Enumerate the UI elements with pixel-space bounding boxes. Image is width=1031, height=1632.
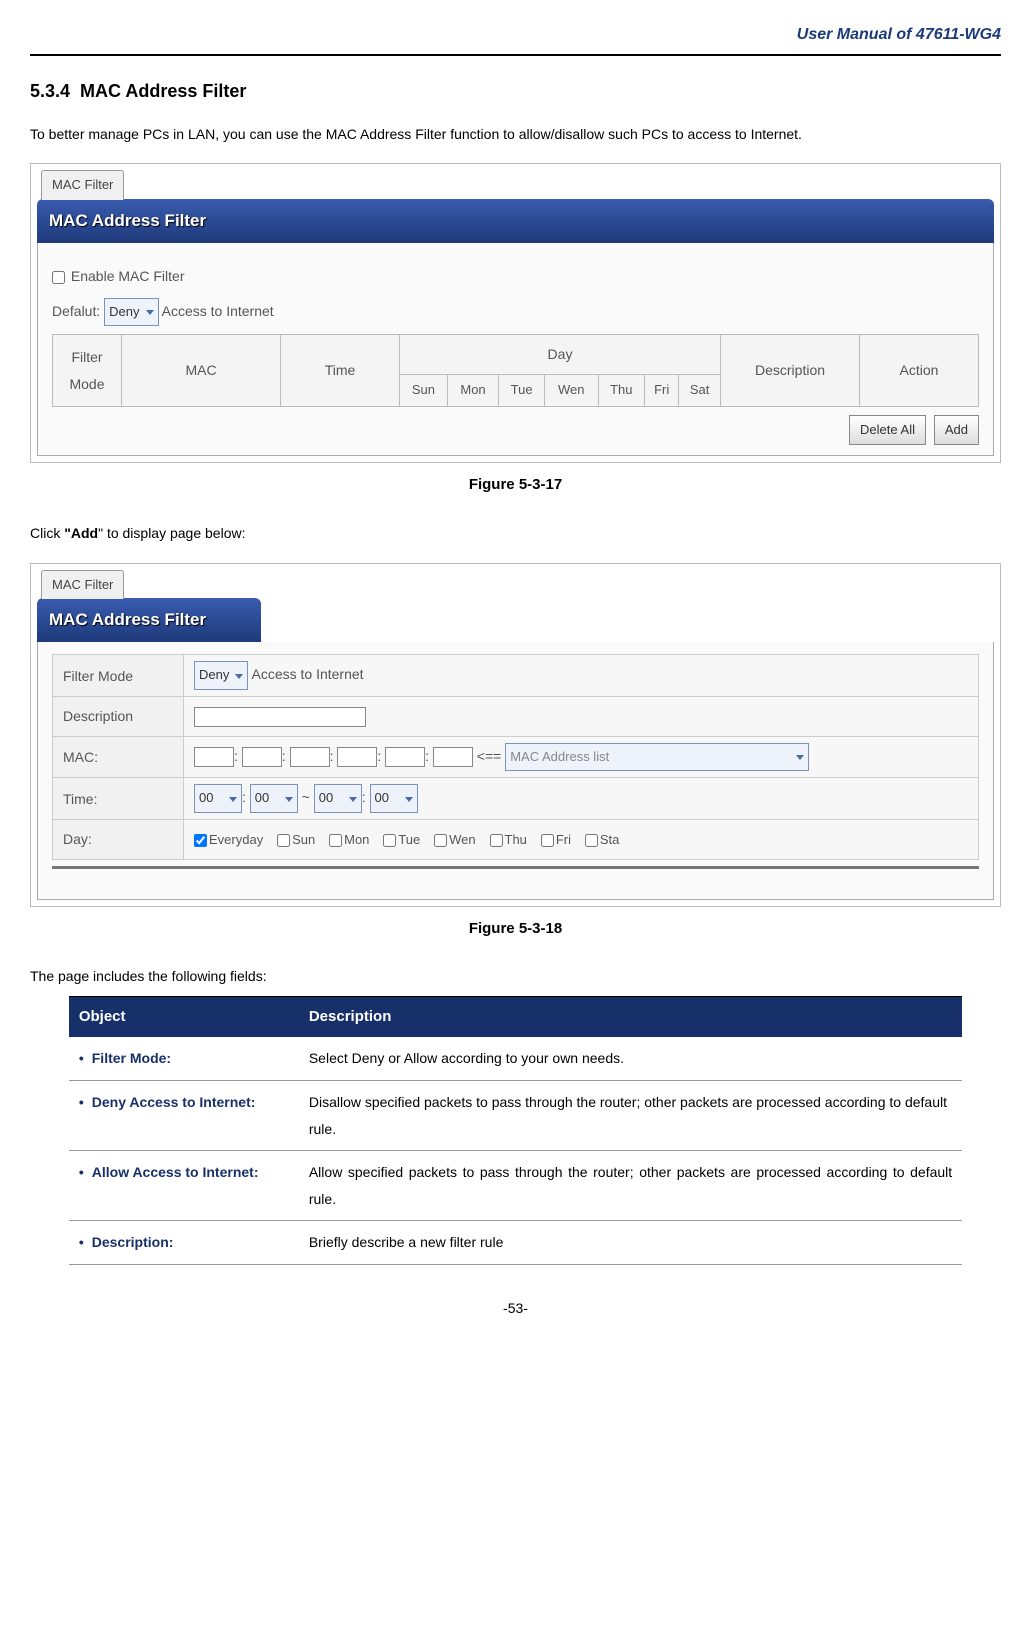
mac-input-4[interactable] [337,747,377,767]
screenshot-1: MAC Filter MAC Address Filter Enable MAC… [30,163,1001,463]
description-label: Description [53,697,184,737]
section-heading: 5.3.4 MAC Address Filter [30,74,1001,108]
cb-fri-label: Fri [556,832,571,847]
col-day: Day [400,335,721,375]
day-sat: Sat [679,375,721,407]
day-thu: Thu [598,375,645,407]
cb-wen-label: Wen [449,832,476,847]
day-tue: Tue [499,375,545,407]
cb-sun-label: Sun [292,832,315,847]
cb-mon-label: Mon [344,832,369,847]
time-h1[interactable]: 00 [194,784,242,813]
table-row: •Allow Access to Internet: Allow specifi… [69,1151,962,1221]
default-select[interactable]: Deny [104,298,158,327]
add-form: Filter Mode Deny Access to Internet Desc… [52,654,979,859]
filter-mode-select[interactable]: Deny [194,661,248,690]
day-mon: Mon [447,375,498,407]
divider [52,866,979,869]
mac-input-2[interactable] [242,747,282,767]
cb-sta[interactable] [585,834,598,847]
day-fri: Fri [645,375,679,407]
time-label: Time: [53,778,184,820]
day-sun: Sun [400,375,448,407]
figure-caption-2: Figure 5-3-18 [30,915,1001,944]
time-h2[interactable]: 00 [314,784,362,813]
filter-mode-suffix: Access to Internet [251,666,363,682]
mac-label: MAC: [53,736,184,778]
cb-sta-label: Sta [600,832,620,847]
th-object: Object [69,996,299,1037]
panel-body-1: Enable MAC Filter Defalut: Deny Access t… [37,243,994,456]
description-table: Object Description •Filter Mode: Select … [69,996,962,1265]
cb-thu[interactable] [490,834,503,847]
description-input[interactable] [194,707,366,727]
click-add-prefix: Click [30,525,64,541]
desc-1: Disallow specified packets to pass throu… [299,1081,962,1151]
intro-paragraph: To better manage PCs in LAN, you can use… [30,121,1001,148]
col-description: Description [721,335,860,406]
cb-sun[interactable] [277,834,290,847]
enable-mac-filter-checkbox[interactable] [52,271,65,284]
day-wen: Wen [545,375,599,407]
obj-3: Description: [92,1234,174,1250]
col-action: Action [860,335,979,406]
page-number: -53- [30,1295,1001,1322]
click-add-bold: "Add [64,525,98,541]
col-mac: MAC [122,335,281,406]
time-m1[interactable]: 00 [250,784,298,813]
tab-mac-filter[interactable]: MAC Filter [41,170,124,200]
figure-caption-1: Figure 5-3-17 [30,471,1001,500]
mac-input-6[interactable] [433,747,473,767]
mac-input-3[interactable] [290,747,330,767]
delete-all-button[interactable]: Delete All [849,415,926,446]
mac-input-5[interactable] [385,747,425,767]
table-row: •Deny Access to Internet: Disallow speci… [69,1081,962,1151]
panel-title: MAC Address Filter [37,199,994,243]
desc-0: Select Deny or Allow according to your o… [299,1037,962,1080]
enable-mac-filter-label: Enable MAC Filter [71,268,185,284]
screenshot-2: MAC Filter MAC Address Filter Filter Mod… [30,563,1001,907]
cb-thu-label: Thu [505,832,527,847]
desc-2: Allow specified packets to pass through … [299,1151,962,1221]
section-number: 5.3.4 [30,81,70,101]
cb-everyday-label: Everyday [209,832,263,847]
day-label: Day: [53,820,184,860]
mac-input-1[interactable] [194,747,234,767]
col-filter-mode: Filter Mode [53,335,122,406]
mac-arrow: <== [477,748,502,764]
obj-2: Allow Access to Internet: [92,1164,259,1180]
mac-list-select[interactable]: MAC Address list [505,743,809,772]
doc-header: User Manual of 47611-WG4 [30,20,1001,56]
section-title: MAC Address Filter [80,81,246,101]
tab-mac-filter-2[interactable]: MAC Filter [41,570,124,600]
filter-table: Filter Mode MAC Time Day Description Act… [52,334,979,406]
desc-3: Briefly describe a new filter rule [299,1221,962,1265]
obj-0: Filter Mode: [92,1050,171,1066]
fields-intro: The page includes the following fields: [30,963,1001,990]
table-row: •Filter Mode: Select Deny or Allow accor… [69,1037,962,1080]
col-time: Time [281,335,400,406]
obj-1: Deny Access to Internet: [92,1094,256,1110]
cb-wen[interactable] [434,834,447,847]
click-add-suffix: " to display page below: [98,525,245,541]
table-row: •Description: Briefly describe a new fil… [69,1221,962,1265]
cb-tue[interactable] [383,834,396,847]
filter-mode-label: Filter Mode [53,655,184,697]
th-description: Description [299,996,962,1037]
add-button[interactable]: Add [934,415,979,446]
cb-fri[interactable] [541,834,554,847]
panel-body-2: Filter Mode Deny Access to Internet Desc… [37,642,994,899]
default-suffix: Access to Internet [162,303,274,319]
panel-title-2: MAC Address Filter [37,598,261,642]
cb-tue-label: Tue [398,832,420,847]
default-label: Defalut: [52,303,100,319]
cb-mon[interactable] [329,834,342,847]
cb-everyday[interactable] [194,834,207,847]
time-m2[interactable]: 00 [370,784,418,813]
click-add-paragraph: Click "Add" to display page below: [30,520,1001,547]
